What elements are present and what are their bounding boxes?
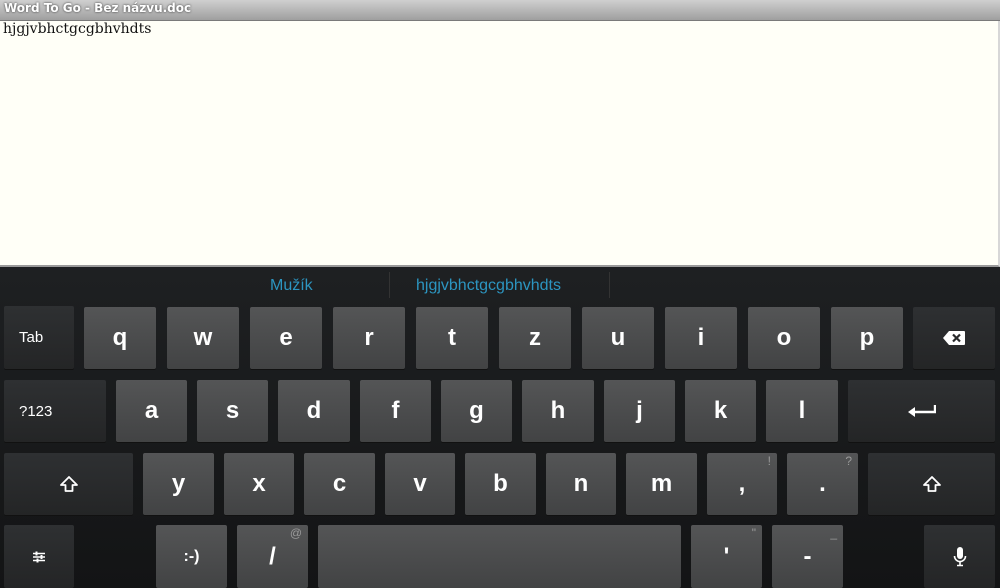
shift-icon	[922, 476, 941, 492]
key-label: b	[493, 470, 508, 497]
key-label: i	[697, 324, 705, 351]
key-k[interactable]: k	[685, 380, 756, 442]
key-label: -	[803, 542, 812, 570]
suggestion-2[interactable]: hjgjvbhctgcgbhvhdts	[416, 277, 561, 295]
suggestion-divider	[609, 272, 610, 298]
key-s[interactable]: s	[197, 380, 268, 442]
key-y[interactable]: y	[143, 453, 214, 515]
key-v[interactable]: v	[385, 453, 455, 515]
key-x[interactable]: x	[224, 453, 294, 515]
key-label: c	[332, 470, 347, 497]
key-label: w	[193, 324, 213, 351]
key-label: u	[610, 324, 626, 351]
key-label: x	[252, 470, 266, 497]
backspace-key[interactable]	[913, 307, 995, 369]
settings-key[interactable]	[4, 525, 74, 588]
key-u[interactable]: u	[582, 307, 654, 369]
key-hint: ?	[845, 454, 852, 468]
key-label: /	[269, 542, 276, 570]
key-label: d	[306, 397, 322, 424]
key-h[interactable]: h	[522, 380, 594, 442]
key-q[interactable]: q	[84, 307, 156, 369]
key-label: z	[529, 324, 541, 351]
key-g[interactable]: g	[441, 380, 512, 442]
key-c[interactable]: c	[304, 453, 375, 515]
key-label: :-)	[183, 547, 200, 565]
key-z[interactable]: z	[499, 307, 571, 369]
suggestion-divider	[389, 272, 390, 298]
title-bar: Word To Go - Bez názvu.doc	[0, 0, 1000, 21]
key-label: r	[364, 324, 374, 351]
shift-key-right[interactable]	[868, 453, 995, 515]
document-area[interactable]: hjgjvbhctgcgbhvhdts	[0, 21, 1000, 267]
key-period[interactable]: .?	[787, 453, 858, 515]
key-label: a	[144, 397, 159, 424]
key-apostrophe[interactable]: ' "	[691, 525, 762, 588]
key-label: h	[550, 397, 566, 424]
key-n[interactable]: n	[546, 453, 616, 515]
key-t[interactable]: t	[416, 307, 488, 369]
space-key[interactable]	[318, 525, 681, 588]
key-comma[interactable]: ,!	[707, 453, 777, 515]
key-label: t	[448, 324, 456, 351]
key-a[interactable]: a	[116, 380, 187, 442]
mic-icon	[953, 546, 967, 567]
key-label: p	[859, 324, 875, 351]
key-f[interactable]: f	[360, 380, 431, 442]
key-r[interactable]: r	[333, 307, 405, 369]
smiley-key[interactable]: :-)	[156, 525, 227, 588]
key-hint: @	[289, 526, 302, 540]
key-label: s	[225, 397, 240, 424]
symbols-key[interactable]: ?123	[4, 380, 106, 442]
key-label: l	[798, 397, 806, 424]
key-label: f	[391, 397, 400, 424]
shift-icon	[59, 476, 78, 492]
key-label: q	[112, 324, 128, 351]
key-e[interactable]: e	[250, 307, 322, 369]
symbols-key-label: ?123	[19, 402, 53, 420]
suggestion-1[interactable]: Mužík	[270, 277, 313, 295]
key-label: ,	[738, 470, 746, 497]
key-m[interactable]: m	[626, 453, 697, 515]
key-label: k	[713, 397, 728, 424]
key-slash[interactable]: / @	[237, 525, 308, 588]
key-label: e	[279, 324, 293, 351]
suggestion-bar: Mužík hjgjvbhctgcgbhvhdts	[0, 270, 1000, 300]
key-l[interactable]: l	[766, 380, 838, 442]
key-label: y	[171, 470, 186, 497]
enter-key[interactable]	[848, 380, 995, 442]
window-title: Word To Go - Bez názvu.doc	[4, 1, 192, 15]
tab-key-label: Tab	[19, 329, 44, 346]
key-label: .	[819, 470, 826, 497]
key-dash[interactable]: - _	[772, 525, 843, 588]
key-b[interactable]: b	[465, 453, 536, 515]
settings-icon	[32, 550, 46, 564]
key-label: j	[636, 397, 643, 424]
key-hint: _	[830, 526, 837, 540]
backspace-icon	[943, 331, 965, 345]
document-text[interactable]: hjgjvbhctgcgbhvhdts	[3, 21, 151, 37]
key-j[interactable]: j	[604, 380, 675, 442]
key-label: o	[776, 324, 792, 351]
key-hint: !	[767, 454, 771, 468]
key-w[interactable]: w	[167, 307, 239, 369]
shift-key-left[interactable]	[4, 453, 133, 515]
key-o[interactable]: o	[748, 307, 820, 369]
key-p[interactable]: p	[831, 307, 903, 369]
key-hint: "	[751, 526, 756, 540]
key-i[interactable]: i	[665, 307, 737, 369]
enter-icon	[907, 404, 936, 418]
tab-key[interactable]: Tab	[4, 306, 74, 369]
mic-key[interactable]	[924, 525, 995, 588]
key-label: v	[413, 470, 427, 497]
key-label: g	[469, 397, 484, 424]
key-label: n	[573, 470, 589, 497]
key-label: '	[723, 542, 730, 570]
key-d[interactable]: d	[278, 380, 350, 442]
key-label: m	[650, 470, 673, 497]
